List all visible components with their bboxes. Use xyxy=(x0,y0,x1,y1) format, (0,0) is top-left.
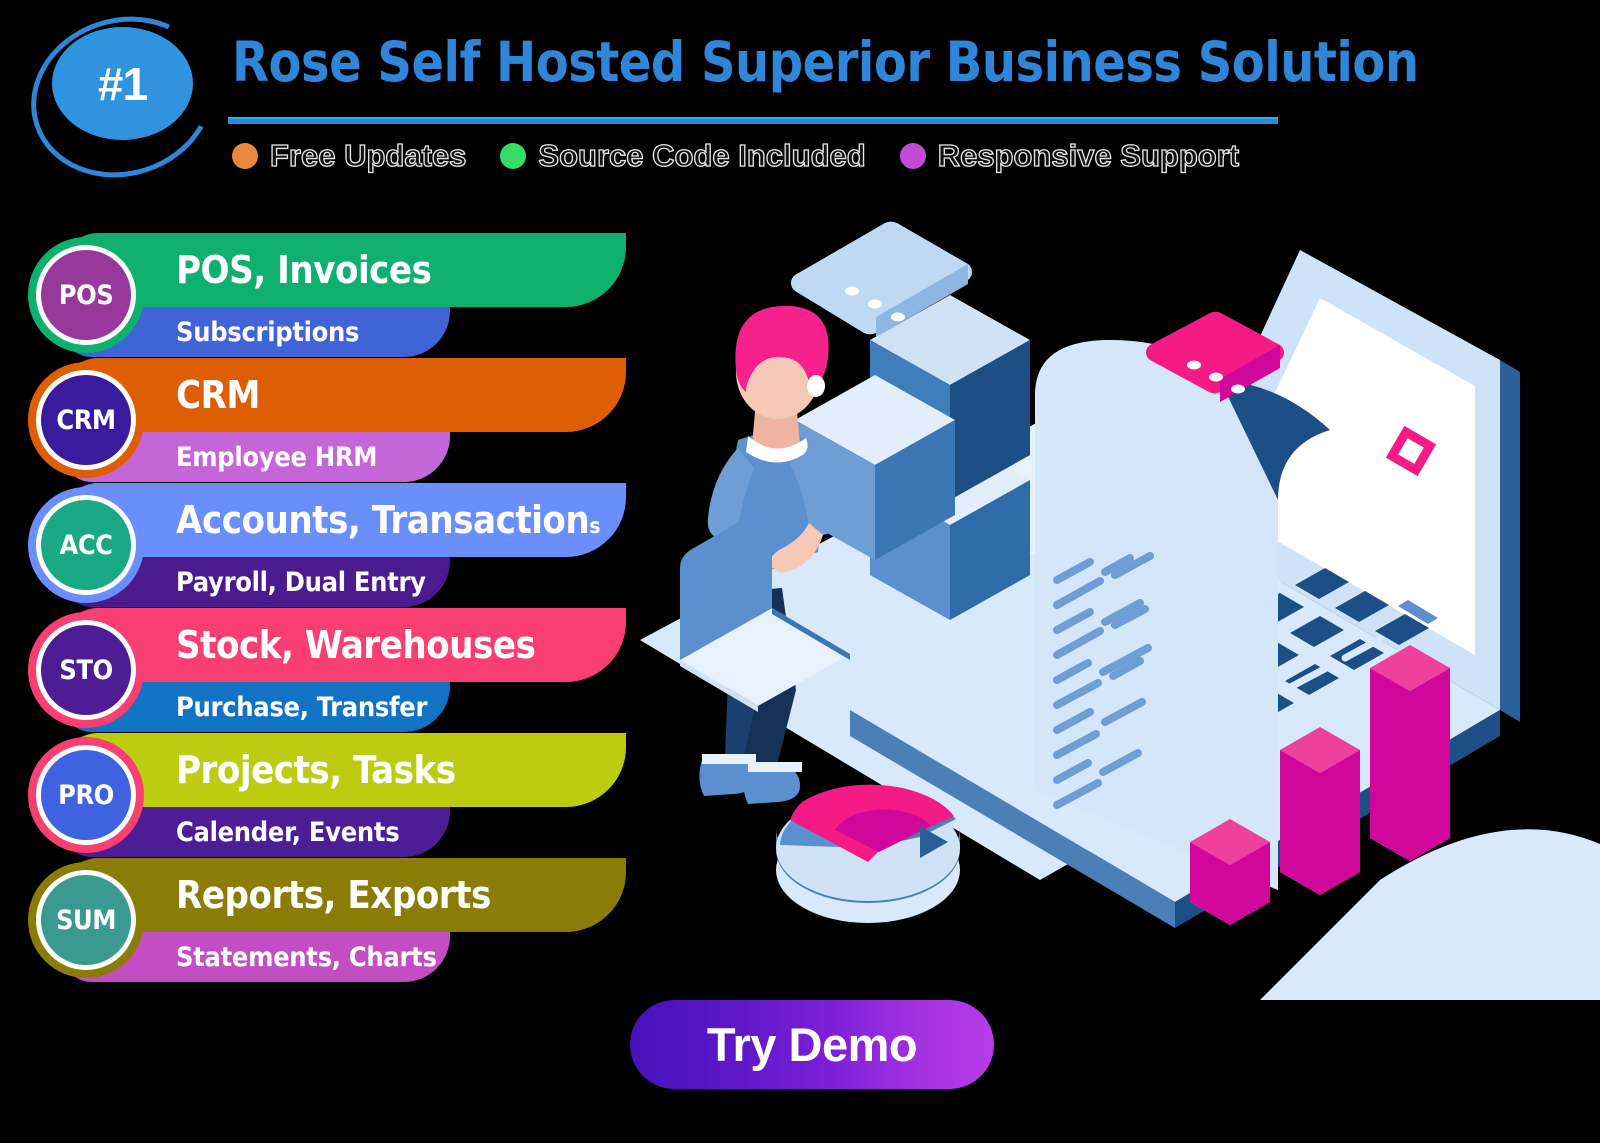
donut-pie-chart xyxy=(776,784,960,923)
page-title: Rose Self Hosted Superior Business Solut… xyxy=(232,30,1419,94)
feature-badge-label: CRM xyxy=(56,404,116,436)
feature-pill-list: Free Updates Source Code Included Respon… xyxy=(232,135,1240,177)
header-banner: #1 Rose Self Hosted Superior Business So… xyxy=(0,0,1600,201)
feature-badge-label: POS xyxy=(58,279,114,311)
rank-badge: #1 xyxy=(52,27,193,140)
try-demo-label: Try Demo xyxy=(706,1018,918,1071)
rank-badge-label: #1 xyxy=(97,57,148,110)
feature-badge-sto: STO xyxy=(36,620,136,720)
feature-row-sum[interactable]: Reports, Exports Statements, Charts SUM xyxy=(28,858,656,983)
feature-badge-acc: ACC xyxy=(36,495,136,595)
feature-title: Projects, Tasks xyxy=(176,748,456,792)
feature-title-bar: Reports, Exports xyxy=(62,858,626,932)
feature-row-pro[interactable]: Projects, Tasks Calender, Events PRO xyxy=(28,733,656,858)
feature-title-bar: Stock, Warehouses xyxy=(62,608,626,682)
feature-subtitle: Payroll, Dual Entry xyxy=(176,566,426,598)
feature-badge-sum: SUM xyxy=(36,870,136,970)
feature-title: Stock, Warehouses xyxy=(176,623,536,667)
feature-badge-crm: CRM xyxy=(36,370,136,470)
feature-row-crm[interactable]: CRM Employee HRM CRM xyxy=(28,358,656,483)
feature-subtitle: Calender, Events xyxy=(176,816,400,848)
feature-subtitle: Statements, Charts xyxy=(176,941,437,973)
try-demo-button[interactable]: Try Demo xyxy=(630,1000,994,1089)
feature-title: Reports, Exports xyxy=(176,873,491,917)
feature-title: Accounts, Transactions xyxy=(176,498,600,542)
feature-pill-label: Source Code Included xyxy=(538,137,867,173)
dot-icon xyxy=(500,143,527,169)
feature-title-bar: POS, Invoices xyxy=(62,233,626,307)
feature-badge-label: SUM xyxy=(56,904,116,936)
feature-badge-label: STO xyxy=(59,654,113,686)
feature-list: POS, Invoices Subscriptions POS CRM Empl… xyxy=(28,233,656,983)
isometric-illustration xyxy=(620,190,1600,1000)
feature-title-bar: CRM xyxy=(62,358,626,432)
feature-subtitle: Employee HRM xyxy=(176,441,378,473)
feature-badge-label: ACC xyxy=(59,529,113,561)
feature-pill-responsive-support: Responsive Support xyxy=(899,137,1240,174)
feature-title-bar: Accounts, Transactions xyxy=(62,483,626,557)
feature-badge-pro: PRO xyxy=(36,745,136,845)
title-divider xyxy=(228,117,1278,124)
feature-subtitle: Subscriptions xyxy=(176,316,360,348)
feature-pill-label: Free Updates xyxy=(269,137,467,173)
feature-subtitle: Purchase, Transfer xyxy=(176,691,428,723)
dot-icon xyxy=(899,143,926,169)
feature-row-pos[interactable]: POS, Invoices Subscriptions POS xyxy=(28,233,656,358)
feature-row-acc[interactable]: Accounts, Transactions Payroll, Dual Ent… xyxy=(28,483,656,608)
feature-badge-pos: POS xyxy=(36,245,136,345)
feature-title-bar: Projects, Tasks xyxy=(62,733,626,807)
feature-pill-source-code: Source Code Included xyxy=(500,137,867,174)
feature-pill-label: Responsive Support xyxy=(937,137,1240,173)
feature-row-sto[interactable]: Stock, Warehouses Purchase, Transfer STO xyxy=(28,608,656,733)
feature-badge-label: PRO xyxy=(58,779,114,811)
feature-title: POS, Invoices xyxy=(176,248,432,292)
feature-title: CRM xyxy=(176,373,260,417)
feature-pill-free-updates: Free Updates xyxy=(232,137,467,174)
dot-icon xyxy=(232,143,258,169)
